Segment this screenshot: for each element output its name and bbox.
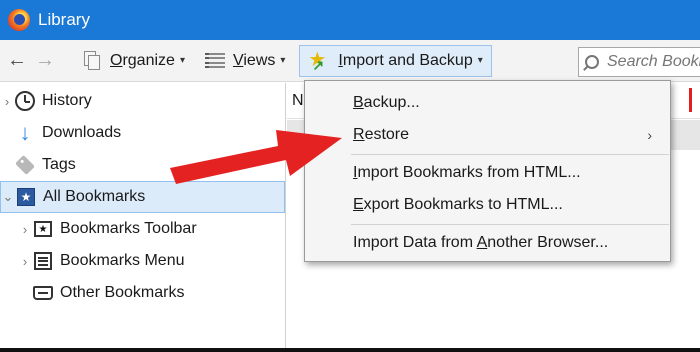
organize-button[interactable]: Organize ▾ bbox=[74, 45, 193, 77]
back-arrow-icon[interactable]: ← bbox=[6, 49, 28, 72]
import-star-icon: ★ ↗ bbox=[308, 48, 327, 73]
sidebar-item-bookmarks-toolbar[interactable]: › ★ Bookmarks Toolbar bbox=[0, 213, 285, 245]
sidebar-item-label: History bbox=[42, 92, 92, 109]
column-divider-mark bbox=[689, 88, 692, 112]
menu-separator bbox=[351, 224, 669, 225]
sidebar-item-all-bookmarks[interactable]: ⌄ ★ All Bookmarks bbox=[0, 181, 285, 213]
sidebar-item-downloads[interactable]: ↓ Downloads bbox=[0, 117, 285, 149]
firefox-logo-icon bbox=[8, 9, 30, 31]
expand-chevron-icon[interactable]: › bbox=[0, 94, 14, 109]
sidebar-item-bookmarks-menu[interactable]: › Bookmarks Menu bbox=[0, 245, 285, 277]
chevron-down-icon: ▾ bbox=[179, 55, 185, 66]
title-bar: Library bbox=[0, 0, 700, 40]
import-and-backup-button[interactable]: ★ ↗ Import and Backup ▾ bbox=[299, 44, 492, 77]
menu-item-backup[interactable]: Backup... bbox=[305, 87, 670, 119]
menu-item-export-html[interactable]: Export Bookmarks to HTML... bbox=[305, 189, 670, 221]
organize-label: Organize bbox=[110, 51, 175, 69]
import-label: Import and Backup bbox=[338, 51, 473, 69]
sidebar-item-label: Bookmarks Menu bbox=[60, 252, 185, 269]
views-label: Views bbox=[232, 51, 276, 69]
tag-icon bbox=[14, 154, 36, 176]
import-backup-menu: Backup... Restore › Import Bookmarks fro… bbox=[304, 80, 671, 262]
menu-item-label: Import Data from Another Browser... bbox=[353, 234, 609, 251]
search-input[interactable] bbox=[607, 53, 700, 71]
menu-separator bbox=[351, 154, 669, 155]
expand-chevron-icon[interactable]: › bbox=[18, 254, 32, 269]
organize-icon bbox=[82, 50, 102, 71]
download-arrow-icon: ↓ bbox=[19, 120, 31, 145]
menu-item-label: Backup... bbox=[353, 94, 420, 111]
sidebar-item-tags[interactable]: Tags bbox=[0, 149, 285, 181]
chevron-down-icon: ▾ bbox=[280, 55, 286, 66]
collapse-chevron-icon[interactable]: ⌄ bbox=[1, 189, 15, 205]
expand-chevron-icon[interactable]: › bbox=[18, 222, 32, 237]
chevron-down-icon: ▾ bbox=[477, 55, 483, 66]
sidebar-item-label: Bookmarks Toolbar bbox=[60, 220, 197, 237]
tray-icon bbox=[32, 282, 54, 304]
window-title: Library bbox=[38, 10, 90, 29]
toolbar-star-icon: ★ bbox=[32, 218, 54, 240]
menu-item-label: Export Bookmarks to HTML... bbox=[353, 196, 563, 213]
menu-item-label: Import Bookmarks from HTML... bbox=[353, 164, 581, 181]
views-list-icon bbox=[204, 52, 225, 69]
sidebar-item-label: All Bookmarks bbox=[43, 188, 146, 205]
forward-arrow-icon[interactable]: → bbox=[34, 49, 56, 72]
bookmarks-icon: ★ bbox=[15, 186, 37, 208]
menu-item-import-html[interactable]: Import Bookmarks from HTML... bbox=[305, 157, 670, 189]
search-field[interactable] bbox=[578, 47, 700, 77]
clock-icon bbox=[14, 90, 36, 112]
menu-item-import-browser[interactable]: Import Data from Another Browser... bbox=[305, 227, 670, 259]
views-button[interactable]: Views ▾ bbox=[197, 45, 293, 77]
sidebar-item-history[interactable]: › History bbox=[0, 85, 285, 117]
menu-list-icon bbox=[32, 250, 54, 272]
sidebar-item-other-bookmarks[interactable]: Other Bookmarks bbox=[0, 277, 285, 309]
menu-item-restore[interactable]: Restore › bbox=[305, 119, 670, 151]
sidebar-item-label: Other Bookmarks bbox=[60, 284, 185, 301]
search-icon bbox=[585, 55, 599, 69]
column-header-label: N bbox=[292, 91, 304, 109]
sidebar-item-label: Downloads bbox=[42, 124, 122, 141]
submenu-arrow-icon: › bbox=[647, 127, 652, 143]
sidebar-tree: › History ↓ Downloads Tags ⌄ ★ All Bookm… bbox=[0, 83, 286, 352]
menu-item-label: Restore bbox=[353, 126, 410, 143]
bottom-border bbox=[0, 348, 700, 352]
sidebar-item-label: Tags bbox=[42, 156, 76, 173]
